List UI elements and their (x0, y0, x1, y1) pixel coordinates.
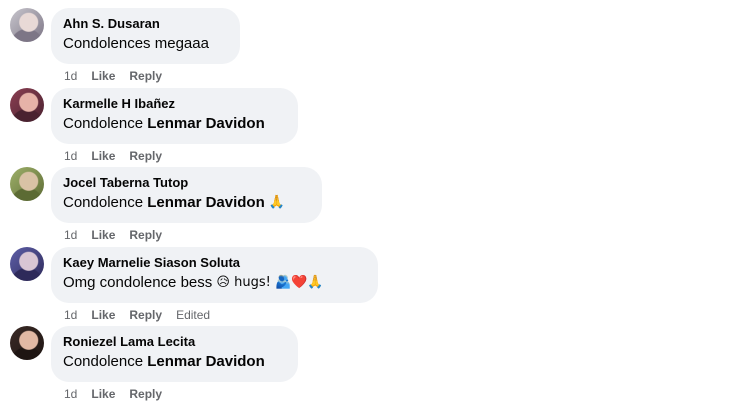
comment-bubble: Jocel Taberna Tutop Condolence Lenmar Dav… (51, 167, 322, 223)
comment-actions: 1d Like Reply Edited (64, 307, 224, 323)
comment-bubble: Roniezel Lama Lecita Condolence Lenmar Da… (51, 326, 298, 382)
reply-button[interactable]: Reply (129, 69, 162, 83)
like-button[interactable]: Like (91, 149, 115, 163)
avatar[interactable] (10, 8, 44, 42)
comment-text: Condolence Lenmar Davidon (63, 113, 286, 135)
like-button[interactable]: Like (91, 228, 115, 242)
comment-emoji: 🙏 (268, 195, 285, 210)
avatar[interactable] (10, 326, 44, 360)
comment-author[interactable]: Jocel Taberna Tutop (63, 175, 310, 191)
comment-body: Condolences megaaa (63, 35, 209, 52)
comment-text: Condolences megaaa (63, 33, 228, 55)
comment-actions: 1d Like Reply (64, 68, 176, 84)
comment-bubble: Karmelle H Ibañez Condolence Lenmar David… (51, 88, 298, 144)
comment-author[interactable]: Ahn S. Dusaran (63, 16, 228, 32)
comment-timestamp[interactable]: 1d (64, 308, 77, 322)
reply-button[interactable]: Reply (129, 149, 162, 163)
comment-timestamp[interactable]: 1d (64, 149, 77, 163)
comment-emoji: 😥 hugs! 🫂❤️🙏 (216, 275, 324, 290)
like-button[interactable]: Like (91, 387, 115, 401)
comment-body: Condolence (63, 353, 148, 370)
comment-timestamp[interactable]: 1d (64, 387, 77, 401)
comment-bubble: Ahn S. Dusaran Condolences megaaa (51, 8, 240, 64)
comment-body: Condolence (63, 194, 148, 211)
avatar[interactable] (10, 247, 44, 281)
like-button[interactable]: Like (91, 69, 115, 83)
comment-timestamp[interactable]: 1d (64, 69, 77, 83)
avatar[interactable] (10, 88, 44, 122)
comment-actions: 1d Like Reply (64, 386, 176, 402)
comment-actions: 1d Like Reply (64, 227, 176, 243)
comment-author[interactable]: Roniezel Lama Lecita (63, 334, 286, 350)
comment-timestamp[interactable]: 1d (64, 228, 77, 242)
edited-label: Edited (176, 308, 211, 322)
comment-actions: 1d Like Reply (64, 148, 176, 164)
comment-text: Omg condolence bess 😥 hugs! 🫂❤️🙏 (63, 272, 366, 294)
reply-button[interactable]: Reply (129, 308, 162, 322)
comment-author[interactable]: Karmelle H Ibañez (63, 96, 286, 112)
like-button[interactable]: Like (91, 308, 115, 322)
reply-button[interactable]: Reply (129, 387, 162, 401)
comment-author[interactable]: Kaey Marnelie Siason Soluta (63, 255, 366, 271)
comment-text: Condolence Lenmar Davidon 🙏 (63, 192, 310, 214)
comment-body: Condolence (63, 115, 148, 132)
mention-link[interactable]: Lenmar Davidon (147, 353, 265, 370)
reply-button[interactable]: Reply (129, 228, 162, 242)
comment-bubble: Kaey Marnelie Siason Soluta Omg condolenc… (51, 247, 378, 303)
mention-link[interactable]: Lenmar Davidon (147, 194, 265, 211)
comment-body: Omg condolence bess (63, 274, 217, 291)
comment-text: Condolence Lenmar Davidon (63, 351, 286, 373)
avatar[interactable] (10, 167, 44, 201)
mention-link[interactable]: Lenmar Davidon (147, 115, 265, 132)
